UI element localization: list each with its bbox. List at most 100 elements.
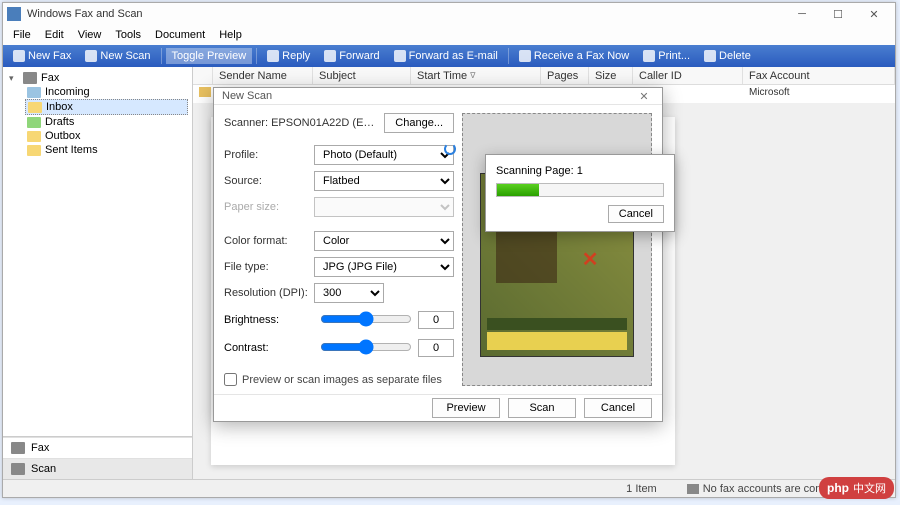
tab-label: Scan [31, 463, 56, 475]
contrast-input[interactable] [418, 339, 454, 357]
message-icon [199, 87, 211, 97]
dialog-title: New Scan [222, 90, 634, 102]
dialog-close-button[interactable]: ✕ [634, 90, 654, 103]
papersize-select [314, 197, 454, 217]
tree-item-incoming[interactable]: Incoming [25, 85, 188, 99]
reply-button[interactable]: Reply [261, 48, 316, 64]
forward-email-button[interactable]: Forward as E-mail [388, 48, 504, 64]
tree-root-fax[interactable]: ▾ Fax [7, 71, 188, 85]
tree-label: Inbox [46, 101, 73, 113]
fax-machine-icon [23, 72, 37, 84]
print-icon [643, 50, 655, 62]
resolution-select[interactable]: 300 [314, 283, 384, 303]
folder-icon [28, 102, 42, 113]
tree-item-drafts[interactable]: Drafts [25, 115, 188, 129]
folder-icon [27, 117, 41, 128]
col-sender[interactable]: Sender Name [213, 67, 313, 84]
tree-item-outbox[interactable]: Outbox [25, 129, 188, 143]
app-icon [7, 7, 21, 21]
resolution-label: Resolution (DPI): [224, 287, 314, 299]
tree-item-inbox[interactable]: Inbox [25, 99, 188, 115]
menu-tools[interactable]: Tools [109, 27, 147, 43]
receive-icon [519, 50, 531, 62]
mail-icon [394, 50, 406, 62]
forward-icon [324, 50, 336, 62]
col-icon[interactable] [193, 67, 213, 84]
menu-file[interactable]: File [7, 27, 37, 43]
profile-select[interactable]: Photo (Default) [314, 145, 454, 165]
maximize-button[interactable]: ☐ [821, 5, 855, 23]
cancel-button[interactable]: Cancel [584, 398, 652, 418]
menu-edit[interactable]: Edit [39, 27, 70, 43]
fax-icon [11, 442, 25, 454]
folder-icon [27, 87, 41, 98]
source-label: Source: [224, 175, 314, 187]
filetype-select[interactable]: JPG (JPG File) [314, 257, 454, 277]
source-select[interactable]: Flatbed [314, 171, 454, 191]
progress-fill [497, 184, 539, 196]
checkbox-label: Preview or scan images as separate files [242, 374, 442, 386]
brightness-label: Brightness: [224, 314, 314, 326]
col-size[interactable]: Size [589, 67, 633, 84]
preview-button[interactable]: Preview [432, 398, 500, 418]
new-fax-button[interactable]: New Fax [7, 48, 77, 64]
tab-fax[interactable]: Fax [3, 437, 192, 458]
dialog-titlebar: New Scan ✕ [214, 88, 662, 105]
fax-status-icon [687, 484, 699, 494]
folder-icon [27, 145, 41, 156]
contrast-label: Contrast: [224, 342, 314, 354]
sidebar: ▾ Fax Incoming Inbox Drafts Outbox Sent … [3, 67, 193, 479]
scan-button[interactable]: Scan [508, 398, 576, 418]
tree-item-sent[interactable]: Sent Items [25, 143, 188, 157]
toolbar: New Fax New Scan Toggle Preview Reply Fo… [3, 45, 895, 67]
loading-spinner-icon [444, 143, 456, 155]
window-title: Windows Fax and Scan [27, 8, 785, 20]
collapse-icon[interactable]: ▾ [9, 73, 19, 84]
toggle-preview-button[interactable]: Toggle Preview [166, 48, 253, 64]
separate-files-checkbox[interactable] [224, 373, 237, 386]
cell-account: Microsoft [743, 85, 895, 103]
profile-label: Profile: [224, 149, 314, 161]
menu-view[interactable]: View [72, 27, 108, 43]
menu-document[interactable]: Document [149, 27, 211, 43]
progress-cancel-button[interactable]: Cancel [608, 205, 664, 223]
tab-scan[interactable]: Scan [3, 458, 192, 479]
progress-label: Scanning Page: 1 [496, 165, 664, 177]
folder-icon [27, 131, 41, 142]
tree-label: Outbox [45, 130, 80, 142]
brightness-slider[interactable] [320, 311, 412, 327]
change-scanner-button[interactable]: Change... [384, 113, 454, 133]
delete-button[interactable]: Delete [698, 48, 757, 64]
new-scan-dialog: New Scan ✕ Scanner: EPSON01A22D (ET-2850… [213, 87, 663, 422]
col-start[interactable]: Start Time ∇ [411, 67, 541, 84]
reply-icon [267, 50, 279, 62]
tab-label: Fax [31, 442, 49, 454]
forward-button[interactable]: Forward [318, 48, 385, 64]
print-button[interactable]: Print... [637, 48, 696, 64]
contrast-slider[interactable] [320, 339, 412, 355]
col-pages[interactable]: Pages [541, 67, 589, 84]
new-scan-button[interactable]: New Scan [79, 48, 156, 64]
watermark: php中文网 [819, 477, 894, 499]
menu-help[interactable]: Help [213, 27, 248, 43]
tree-label: Drafts [45, 116, 74, 128]
tree-label: Sent Items [45, 144, 98, 156]
filetype-label: File type: [224, 261, 314, 273]
fax-icon [13, 50, 25, 62]
col-account[interactable]: Fax Account [743, 67, 895, 84]
brightness-input[interactable] [418, 311, 454, 329]
colorformat-select[interactable]: Color [314, 231, 454, 251]
receive-fax-button[interactable]: Receive a Fax Now [513, 48, 635, 64]
close-button[interactable]: ✕ [857, 5, 891, 23]
scanning-progress-dialog: Scanning Page: 1 Cancel [485, 154, 675, 232]
titlebar: Windows Fax and Scan ─ ☐ ✕ [3, 3, 895, 25]
colorformat-label: Color format: [224, 235, 314, 247]
minimize-button[interactable]: ─ [785, 5, 819, 23]
delete-icon [704, 50, 716, 62]
col-callerid[interactable]: Caller ID [633, 67, 743, 84]
statusbar: 1 Item No fax accounts are configured [3, 479, 895, 497]
col-subject[interactable]: Subject [313, 67, 411, 84]
list-header: Sender Name Subject Start Time ∇ Pages S… [193, 67, 895, 85]
x-mark-icon: ✕ [582, 247, 606, 271]
folder-tree: ▾ Fax Incoming Inbox Drafts Outbox Sent … [3, 67, 192, 436]
